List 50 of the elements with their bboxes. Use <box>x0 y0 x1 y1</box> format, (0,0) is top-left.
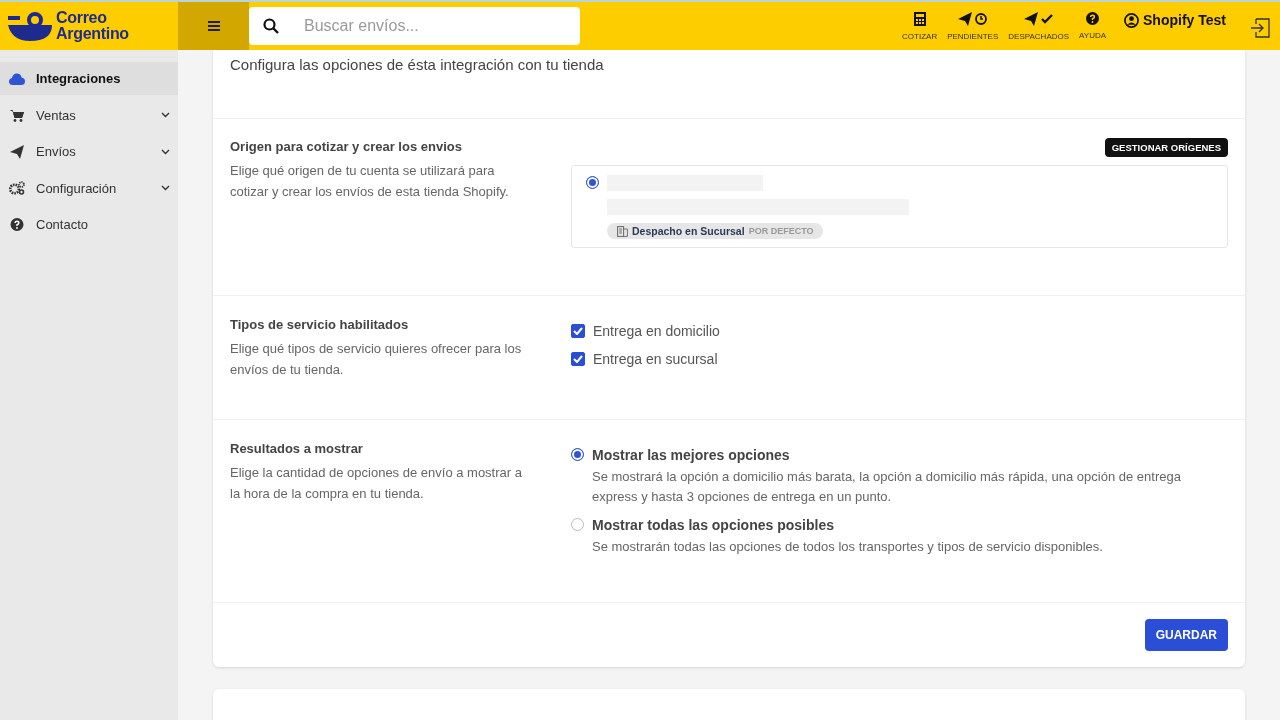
radio-button[interactable] <box>586 176 599 189</box>
toolbar-button[interactable]: COTIZAR <box>900 11 940 41</box>
section-title: Resultados a mostrar <box>230 441 364 456</box>
search-icon <box>263 18 279 34</box>
brand-name: Correo Argentino <box>56 10 129 42</box>
section-description: Elige la cantidad de opciones de envío a mostrar a la hora de la compra en tu tienda. <box>230 464 523 503</box>
section-description: Elige qué origen de tu cuenta se utilizará para cotizar y crear los envíos de esta tienda Shopify. <box>230 162 510 201</box>
plane-check-icon <box>1023 11 1054 26</box>
logo-icon <box>8 11 52 41</box>
toolbar-button[interactable]: DESPACHADOS <box>1006 11 1072 41</box>
radio-button[interactable] <box>571 448 584 461</box>
section-description: Elige qué tipos de servicio quieres ofrecer para los envíos de tu tienda. <box>230 340 523 379</box>
intro-text: Configura las opciones de ésta integración con tu tienda <box>230 55 605 73</box>
sidebar-item[interactable]: Integraciones <box>0 62 178 95</box>
search-field[interactable]: Buscar envíos... <box>249 7 580 45</box>
sidebar-item[interactable]: Contacto <box>0 208 178 241</box>
toolbar-button[interactable]: AYUDA <box>1077 12 1109 40</box>
menu-button[interactable] <box>178 2 249 50</box>
section-title: Tipos de servicio habilitados <box>230 317 410 332</box>
plane-clock-icon <box>957 11 988 26</box>
sidebar-item[interactable]: Ventas <box>0 98 178 132</box>
toolbar-button[interactable]: PENDIENTES <box>945 11 1001 41</box>
logout-icon[interactable] <box>1250 18 1270 38</box>
origin-option[interactable]: Despacho en Sucursal POR DEFECTO <box>571 165 1228 248</box>
calculator-icon <box>912 11 927 26</box>
menu-icon <box>207 21 220 31</box>
save-button[interactable]: GUARDAR <box>1144 619 1228 651</box>
sidebar-item[interactable]: Configuración <box>0 171 178 205</box>
gears-icon <box>8 181 26 195</box>
checkbox-label[interactable]: Entrega en sucursal <box>593 351 718 367</box>
user-menu[interactable]: Shopify Test <box>1118 11 1232 29</box>
option-label[interactable]: Mostrar las mejores opciones <box>592 447 1228 463</box>
paper-plane-icon <box>8 144 26 159</box>
checkbox[interactable] <box>571 352 585 366</box>
help-icon <box>8 218 26 231</box>
option-label[interactable]: Mostrar todas las opciones posibles <box>592 517 1123 533</box>
section-title: Origen para cotizar y crear los envios <box>230 139 463 154</box>
option-description: Se mostrarán todas las opciones de todos los transportes y tipos de servicio disponibles. <box>592 538 1104 556</box>
checkbox-label[interactable]: Entrega en domicilio <box>593 323 720 339</box>
help-icon <box>1086 12 1100 25</box>
sidebar-item[interactable]: Envíos <box>0 135 178 168</box>
manage-origins-button[interactable]: GESTIONAR ORÍGENES <box>1104 138 1228 157</box>
cart-icon <box>8 108 26 122</box>
option-description: Se mostrará la opción a domicilio más barata, la opción a domicilio más rápida, una opción de entrega express y hasta 3 opciones de entrega en un punto. <box>592 468 1182 506</box>
user-icon <box>1124 12 1140 28</box>
origin-tag: Despacho en Sucursal POR DEFECTO <box>607 223 824 239</box>
radio-button[interactable] <box>571 518 584 531</box>
cloud-icon <box>8 72 26 85</box>
checkbox[interactable] <box>571 324 585 338</box>
building-icon <box>617 225 628 237</box>
